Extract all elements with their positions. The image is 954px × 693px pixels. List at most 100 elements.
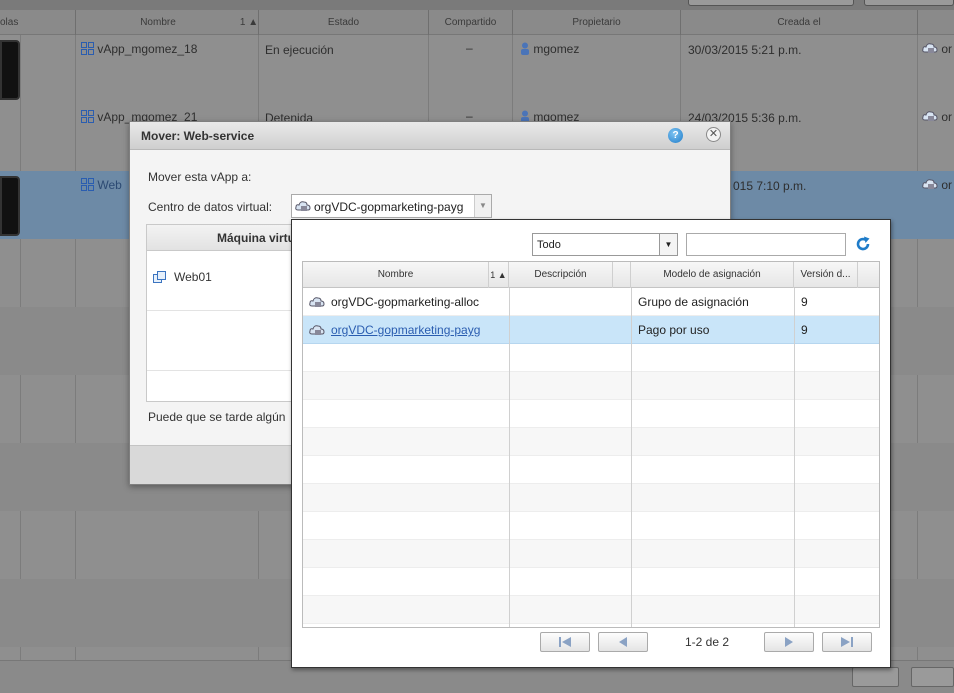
toolbar-strip: [0, 0, 954, 10]
pager-text: 1-2 de 2: [684, 635, 730, 649]
vdc-row[interactable]: orgVDC-gopmarketing-alloc Grupo de asign…: [303, 288, 879, 316]
chevron-down-icon[interactable]: ▼: [474, 195, 491, 217]
vdc-row-name[interactable]: orgVDC-gopmarketing-alloc: [331, 288, 479, 316]
vdc-picker-popup: Todo ▼ Nombre 1 ▲ Descripción Modelo de …: [291, 219, 891, 668]
help-icon[interactable]: ?: [668, 128, 683, 143]
filter-dropdown[interactable]: Todo ▼: [532, 233, 678, 256]
move-label: Mover esta vApp a:: [148, 170, 252, 184]
vapp-vdc: or: [941, 42, 953, 56]
vapp-console-thumbnail[interactable]: [0, 40, 20, 100]
vapp-owner: mgomez: [533, 42, 580, 56]
filter-selected-value: Todo: [537, 239, 561, 251]
header-compartido[interactable]: Compartido: [428, 10, 512, 35]
empty-row: [303, 484, 879, 512]
dialog-title: Mover: Web-service: [130, 122, 730, 150]
vapp-created: 015 7:10 p.m.: [733, 179, 807, 193]
vdc-grid: Nombre 1 ▲ Descripción Modelo de asignac…: [302, 261, 880, 628]
vapp-vdc: or: [941, 178, 953, 192]
vdc-cloud-icon: [922, 111, 938, 121]
header-nombre[interactable]: Nombre: [75, 10, 240, 35]
empty-row: [303, 540, 879, 568]
vdc-dropdown[interactable]: orgVDC-gopmarketing-payg ▼: [291, 194, 492, 218]
vm-column-header[interactable]: Máquina virtual: [147, 225, 305, 251]
dialog-note: Puede que se tarde algún: [148, 410, 286, 424]
vdc-cloud-icon: [295, 201, 311, 211]
header-estado[interactable]: Estado: [258, 10, 428, 35]
vdc-selected-value: orgVDC-gopmarketing-payg: [314, 200, 464, 214]
vapp-name[interactable]: Web: [97, 178, 121, 192]
vapp-vdc-cell: or: [922, 110, 952, 124]
empty-row: [303, 428, 879, 456]
vdc-row-modelo: Grupo de asignación: [638, 295, 749, 309]
header-propietario[interactable]: Propietario: [512, 10, 680, 35]
header-creada-el[interactable]: Creada el: [680, 10, 917, 35]
vapp-shared: –: [466, 41, 473, 55]
vapp-icon: [81, 178, 94, 191]
chevron-down-icon[interactable]: ▼: [659, 234, 677, 255]
column-divider: [631, 288, 632, 627]
vdc-pager: 1-2 de 2: [292, 630, 890, 665]
empty-row: [303, 568, 879, 596]
vdc-cloud-icon: [309, 297, 325, 307]
close-icon[interactable]: ✕: [706, 127, 721, 142]
empty-row: [303, 596, 879, 624]
empty-row: [303, 512, 879, 540]
next-page-button[interactable]: [764, 632, 814, 652]
vdc-cloud-icon: [922, 43, 938, 53]
vdc-label: Centro de datos virtual:: [148, 200, 273, 214]
empty-row: [303, 372, 879, 400]
search-input[interactable]: [686, 233, 846, 256]
first-page-button[interactable]: [540, 632, 590, 652]
column-divider: [794, 288, 795, 627]
vapp-icon: [81, 110, 94, 123]
vm-name: Web01: [174, 270, 212, 284]
vdc-grid-header: Nombre 1 ▲ Descripción Modelo de asignac…: [303, 262, 879, 288]
prev-page-button[interactable]: [598, 632, 648, 652]
toolbar-button[interactable]: [688, 0, 854, 6]
user-icon: [521, 42, 529, 55]
refresh-icon[interactable]: [854, 235, 872, 253]
vapp-console-thumbnail[interactable]: [0, 176, 20, 236]
empty-row: [303, 344, 879, 372]
first-page-icon: [559, 637, 571, 647]
vapp-created: 30/03/2015 5:21 p.m.: [688, 43, 802, 57]
col-modelo[interactable]: Modelo de asignación: [631, 262, 794, 288]
header-vdc[interactable]: [917, 10, 954, 35]
col-sort-indicator: 1 ▲: [489, 262, 509, 288]
vdc-cloud-icon: [309, 325, 325, 335]
vm-row[interactable]: Web01: [147, 251, 305, 311]
vdc-row-modelo: Pago por uso: [638, 323, 710, 337]
vapp-name-cell[interactable]: vApp_mgomez_18: [81, 42, 197, 56]
vapp-owner-cell: mgomez: [520, 42, 579, 56]
next-page-icon: [785, 637, 793, 647]
prev-page-button[interactable]: [911, 667, 954, 687]
vapp-name-cell[interactable]: Web: [81, 178, 122, 192]
empty-row: [303, 456, 879, 484]
vapp-vdc-cell: or: [922, 42, 952, 56]
vm-icon: [153, 271, 166, 283]
col-spacer: [613, 262, 631, 288]
prev-page-icon: [619, 637, 627, 647]
empty-row: [303, 400, 879, 428]
vdc-cloud-icon: [922, 179, 938, 189]
vdc-row-name[interactable]: orgVDC-gopmarketing-payg: [331, 316, 480, 344]
vdc-row-selected[interactable]: orgVDC-gopmarketing-payg Pago por uso 9: [303, 316, 879, 344]
header-consolas[interactable]: olas: [0, 10, 20, 35]
header-sort-indicator: 1 ▲: [239, 17, 259, 28]
vdc-row-version: 9: [801, 295, 808, 309]
col-descripcion[interactable]: Descripción: [509, 262, 613, 288]
vm-table: Máquina virtual Web01: [146, 224, 306, 402]
vapp-name[interactable]: vApp_mgomez_18: [97, 42, 197, 56]
col-nombre[interactable]: Nombre: [303, 262, 489, 288]
vapp-icon: [81, 42, 94, 55]
vapp-row[interactable]: vApp_mgomez_18 En ejecución – mgomez 30/…: [0, 35, 954, 103]
col-version[interactable]: Versión d...: [794, 262, 858, 288]
toolbar-button[interactable]: [864, 0, 954, 6]
first-page-button[interactable]: [852, 667, 899, 687]
vm-row-empty: [147, 311, 305, 371]
last-page-button[interactable]: [822, 632, 872, 652]
vapp-status: En ejecución: [265, 43, 334, 57]
last-page-icon: [841, 637, 853, 647]
vapp-grid-header: olas Nombre 1 ▲ Estado Compartido Propie…: [0, 10, 954, 35]
vapp-vdc-cell: or: [922, 178, 952, 192]
